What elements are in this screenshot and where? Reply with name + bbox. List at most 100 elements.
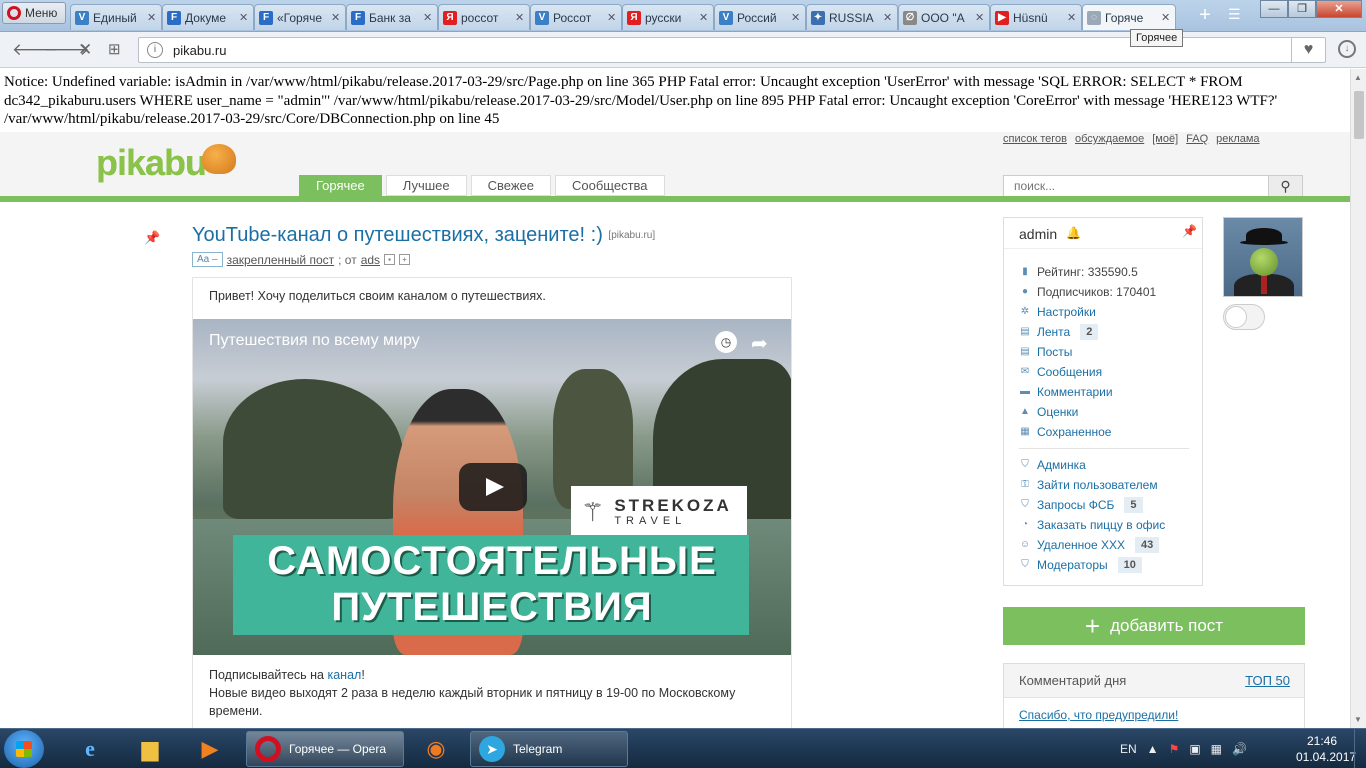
play-button[interactable] (459, 463, 527, 511)
network-icon[interactable]: ▦ (1211, 742, 1222, 756)
tray-expand-icon[interactable]: ▲ (1147, 742, 1159, 756)
top-link[interactable]: обсуждаемое (1075, 133, 1144, 145)
profile-menu-item[interactable]: ✲ Настройки (1019, 302, 1189, 322)
top-link[interactable]: [моё] (1152, 133, 1178, 145)
pin-panel-icon[interactable]: 📌 (1182, 224, 1197, 238)
clock[interactable]: 21:46 01.04.2017 (1296, 733, 1356, 765)
language-indicator[interactable]: EN (1120, 742, 1137, 756)
tab-close-icon[interactable]: ✕ (607, 11, 617, 24)
browser-tab[interactable]: F Банк за ✕ (346, 4, 438, 30)
expand-post-icon[interactable]: + (399, 254, 411, 265)
search-input[interactable] (1003, 175, 1269, 197)
page-scrollbar[interactable]: ▲ ▼ (1350, 69, 1366, 728)
profile-menu-item[interactable]: ◔ Заказать пиццу в офис (1019, 515, 1189, 535)
profile-menu-item[interactable]: ▬ Комментарии (1019, 382, 1189, 402)
nav-tab[interactable]: Сообщества (555, 175, 665, 196)
browser-tab[interactable]: V Россот ✕ (530, 4, 622, 30)
browser-tab[interactable]: Яроссот ✕ (438, 4, 530, 30)
show-desktop-button[interactable] (1354, 729, 1366, 768)
night-mode-toggle[interactable] (1223, 304, 1265, 330)
tab-close-icon[interactable]: ✕ (147, 11, 157, 24)
channel-link[interactable]: канал (327, 668, 361, 682)
taskbar-app-opera[interactable]: Горячее — Opera (246, 731, 404, 767)
profile-menu-item[interactable]: ▲ Оценки (1019, 402, 1189, 422)
stop-loading-icon[interactable]: ✕ (78, 40, 92, 60)
tab-menu-icon[interactable]: ☰ (1228, 6, 1241, 23)
tab-close-icon[interactable]: ✕ (1067, 11, 1077, 24)
profile-menu-item[interactable]: ▦ Сохраненное (1019, 422, 1189, 442)
browser-tab[interactable]: Ярусски ✕ (622, 4, 714, 30)
nav-tab[interactable]: Свежее (470, 175, 551, 196)
tab-close-icon[interactable]: ✕ (883, 11, 893, 24)
watch-later-icon[interactable]: ◷ (715, 331, 737, 353)
start-button[interactable] (4, 730, 44, 768)
browser-tab[interactable]: ✦ RUSSIA ✕ (806, 4, 898, 30)
tab-close-icon[interactable]: ✕ (975, 11, 985, 24)
font-size-badge[interactable]: Aa – (192, 252, 223, 267)
tab-close-icon[interactable]: ✕ (791, 11, 801, 24)
internet-explorer-icon[interactable]: e (70, 733, 110, 765)
folder-icon[interactable]: ▆ (130, 733, 170, 765)
profile-menu-item[interactable]: ✉ Сообщения (1019, 362, 1189, 382)
youtube-video[interactable]: Путешествия по всему миру ◷ ➦ ⚚ STREKOZA… (193, 319, 791, 655)
nav-tab[interactable]: Лучшее (385, 175, 467, 196)
profile-menu-item[interactable]: ⚿ Зайти пользователем (1019, 475, 1189, 495)
browser-tab[interactable]: F Докуме ✕ (162, 4, 254, 30)
scroll-down-icon[interactable]: ▼ (1354, 715, 1362, 724)
speed-dial-icon[interactable]: ⊞ (108, 40, 121, 58)
download-icon[interactable]: ↓ (1338, 40, 1356, 58)
avatar[interactable] (1223, 217, 1303, 297)
post-title[interactable]: YouTube-канал о путешествиях, зацените! … (192, 224, 655, 247)
scroll-thumb[interactable] (1354, 91, 1364, 139)
browser-tab[interactable]: ▶ Hüsnü ✕ (990, 4, 1082, 30)
add-post-button[interactable]: + добавить пост (1003, 607, 1305, 645)
tab-close-icon[interactable]: ✕ (239, 11, 249, 24)
top-link[interactable]: список тегов (1003, 133, 1067, 145)
tab-close-icon[interactable]: ✕ (699, 11, 709, 24)
nav-tab[interactable]: Горячее (299, 175, 382, 196)
video-title[interactable]: Путешествия по всему миру (209, 332, 420, 350)
browser-tab[interactable]: ∅ ООО "А ✕ (898, 4, 990, 30)
firefox-icon[interactable]: ◉ (416, 733, 456, 765)
taskbar-app-telegram[interactable]: ➤ Telegram (470, 731, 628, 767)
profile-menu-item[interactable]: ⛉ Модераторы 10 (1019, 555, 1189, 575)
profile-menu-item[interactable]: ⛉ Админка (1019, 455, 1189, 475)
tab-close-icon[interactable]: ✕ (515, 11, 525, 24)
device-icon[interactable]: ▣ (1189, 742, 1200, 756)
browser-tab[interactable]: V Россий ✕ (714, 4, 806, 30)
browser-tab[interactable]: ◌ Горяче ✕ (1082, 4, 1176, 30)
scroll-up-icon[interactable]: ▲ (1354, 73, 1362, 82)
opera-menu-button[interactable]: Меню (2, 2, 66, 24)
profile-menu-item[interactable]: ⛉ Запросы ФСБ 5 (1019, 495, 1189, 515)
minimize-button[interactable]: — (1260, 0, 1288, 18)
close-window-button[interactable]: ✕ (1316, 0, 1362, 18)
comment-of-day-link[interactable]: Спасибо, что предупредили! (1019, 708, 1178, 722)
profile-menu-item[interactable]: ▤ Посты (1019, 342, 1189, 362)
pikabu-logo[interactable]: pikabu (96, 142, 207, 184)
maximize-button[interactable]: ❐ (1288, 0, 1316, 18)
share-icon[interactable]: ➦ (751, 331, 768, 356)
flag-icon[interactable]: ⚑ (1169, 742, 1180, 756)
pinned-post-link[interactable]: закрепленный пост (227, 253, 335, 267)
top-link[interactable]: FAQ (1186, 133, 1208, 145)
tab-close-icon[interactable]: ✕ (1161, 11, 1171, 24)
profile-menu-item[interactable]: ▤ Лента 2 (1019, 322, 1189, 342)
new-tab-button[interactable]: + (1194, 5, 1216, 27)
search-icon[interactable]: ⚲ (1269, 175, 1303, 197)
save-post-icon[interactable]: ▪ (384, 254, 396, 265)
volume-icon[interactable]: 🔊 (1232, 742, 1247, 756)
top50-link[interactable]: ТОП 50 (1245, 673, 1290, 688)
post-title-text[interactable]: YouTube-канал о путешествиях, зацените! … (192, 224, 603, 246)
top-link[interactable]: реклама (1216, 133, 1259, 145)
bookmark-heart-icon[interactable]: ♥ (1291, 38, 1325, 62)
tab-close-icon[interactable]: ✕ (331, 11, 341, 24)
profile-menu-item[interactable]: ☺ Удаленное XXX 43 (1019, 535, 1189, 555)
username[interactable]: admin (1019, 226, 1057, 242)
author-link[interactable]: ads (361, 253, 380, 267)
media-player-icon[interactable]: ▶ (190, 733, 230, 765)
tab-close-icon[interactable]: ✕ (423, 11, 433, 24)
browser-tab[interactable]: F «Горяче ✕ (254, 4, 346, 30)
browser-tab[interactable]: V Единый ✕ (70, 4, 162, 30)
site-info-icon[interactable]: i (147, 42, 163, 58)
bell-icon[interactable]: 🔔 (1066, 226, 1081, 240)
